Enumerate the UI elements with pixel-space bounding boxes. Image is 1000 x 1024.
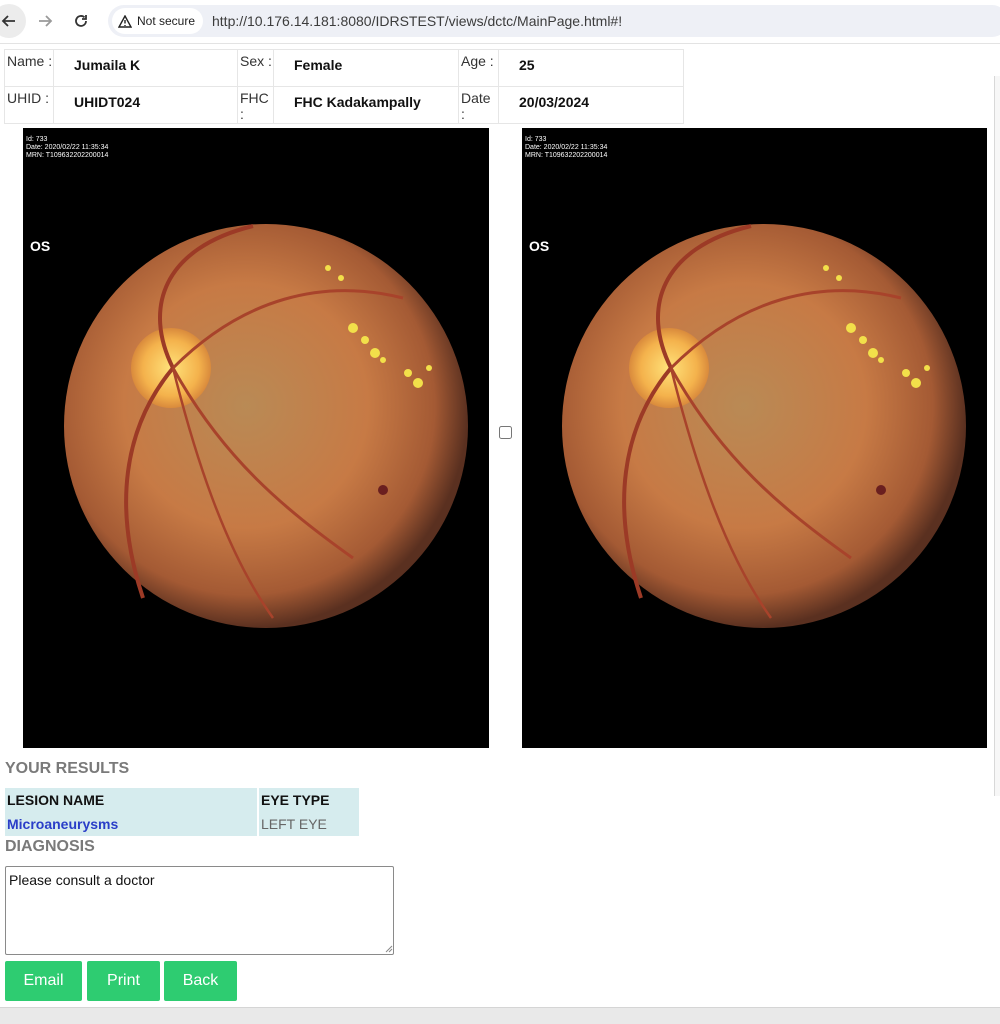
sex-label: Sex : (237, 49, 274, 87)
forward-arrow-icon[interactable] (28, 4, 62, 38)
patient-uhid: UHIDT024 (53, 86, 238, 124)
image-date: Date: 2020/02/22 11:35:34 (525, 144, 608, 151)
image-mrn: MRN: T109632202200014 (26, 152, 109, 159)
retina-photo-right (562, 224, 966, 628)
image-id: Id: 733 (26, 136, 48, 143)
patient-fhc: FHC Kadakampally (273, 86, 459, 124)
browser-toolbar: Not secure http://10.176.14.181:8080/IDR… (0, 0, 1000, 44)
print-button[interactable]: Print (87, 961, 160, 1001)
diagnosis-textarea[interactable]: Please consult a doctor (5, 866, 394, 955)
url-text[interactable]: http://10.176.14.181:8080/IDRSTEST/views… (212, 13, 622, 29)
diagnosis-title: DIAGNOSIS (5, 838, 95, 855)
table-row: Microaneurysms LEFT EYE (5, 812, 359, 836)
results-table: LESION NAME EYE TYPE Microaneurysms LEFT… (5, 788, 359, 836)
address-bar[interactable]: Not secure http://10.176.14.181:8080/IDR… (108, 5, 1000, 37)
reload-icon[interactable] (64, 4, 98, 38)
patient-age: 25 (498, 49, 684, 87)
lesion-name-cell: Microaneurysms (5, 812, 257, 836)
image-mrn: MRN: T109632202200014 (525, 152, 608, 159)
image-date: Date: 2020/02/22 11:35:34 (26, 144, 109, 151)
image-metadata: Id: 733 Date: 2020/02/22 11:35:34 MRN: T… (525, 136, 607, 160)
scrollbar[interactable] (994, 76, 1000, 796)
eye-label: OS (30, 238, 51, 254)
fhc-label: FHC : (237, 86, 274, 124)
security-chip[interactable]: Not secure (112, 8, 204, 34)
fundus-image-left[interactable]: Id: 733 Date: 2020/02/22 11:35:34 MRN: T… (23, 128, 489, 748)
fundus-image-right[interactable]: Id: 733 Date: 2020/02/22 11:35:34 MRN: T… (522, 128, 987, 748)
date-label: Date : (458, 86, 499, 124)
back-button[interactable]: Back (164, 961, 237, 1001)
warning-triangle-icon (118, 14, 132, 28)
eye-type-header: EYE TYPE (259, 788, 359, 812)
security-label: Not secure (137, 14, 196, 28)
image-metadata: Id: 733 Date: 2020/02/22 11:35:34 MRN: T… (26, 136, 108, 160)
patient-date: 20/03/2024 (498, 86, 684, 124)
patient-name: Jumaila K (53, 49, 238, 87)
horizontal-scrollbar[interactable] (0, 1007, 1000, 1024)
patient-info-table: Name : Jumaila K Sex : Female Age : 25 U… (4, 49, 684, 124)
results-title: YOUR RESULTS (5, 760, 130, 777)
name-label: Name : (4, 49, 54, 87)
eye-label: OS (529, 238, 550, 254)
image-select-checkbox[interactable] (499, 426, 512, 439)
resize-handle-icon[interactable] (385, 945, 393, 953)
back-arrow-icon[interactable] (0, 4, 26, 38)
lesion-name-header: LESION NAME (5, 788, 257, 812)
eye-type-cell: LEFT EYE (259, 812, 359, 836)
retina-photo-left (64, 224, 468, 628)
patient-sex: Female (273, 49, 459, 87)
age-label: Age : (458, 49, 499, 87)
image-id: Id: 733 (525, 136, 547, 143)
email-button[interactable]: Email (5, 961, 82, 1001)
uhid-label: UHID : (4, 86, 54, 124)
